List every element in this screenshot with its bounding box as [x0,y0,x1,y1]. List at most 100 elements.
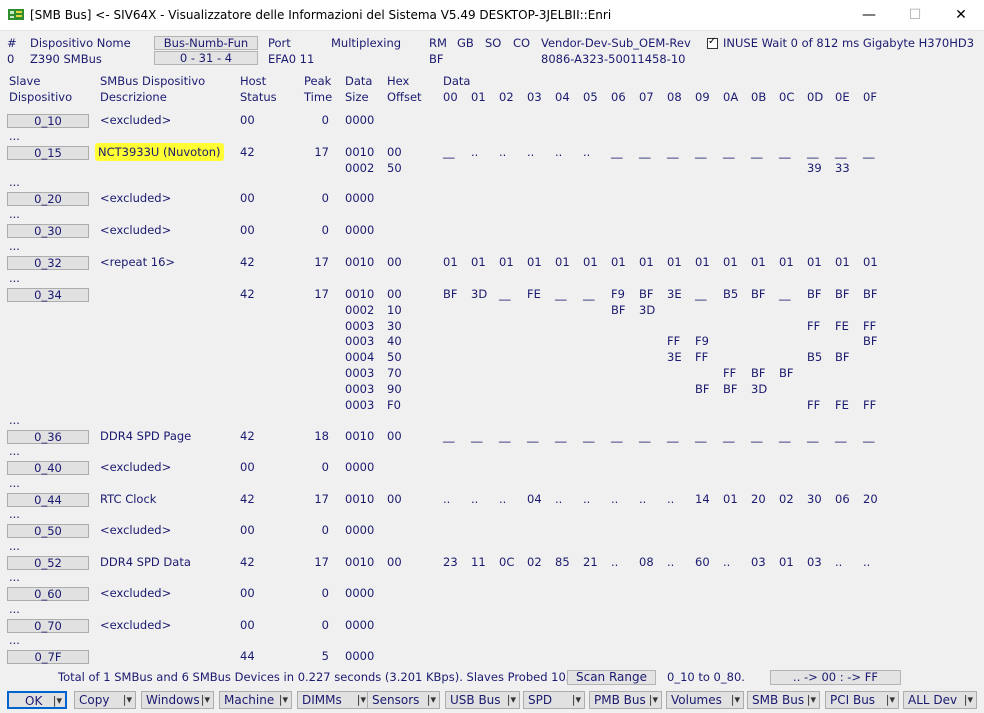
dropdown-arrow-icon[interactable]: |▾ [964,692,973,708]
slave-button[interactable]: 0_40 [7,461,89,475]
slave-button[interactable]: 0_15 [7,146,89,160]
slave-button[interactable]: 0_50 [7,524,89,538]
smb-bus-button[interactable]: SMB Bus |▾ [747,691,820,709]
byte-cell: BF [835,287,850,301]
dropdown-arrow-icon[interactable]: |▾ [427,692,436,708]
header-data: Data [345,74,373,88]
sensors-button[interactable]: Sensors |▾ [367,691,440,709]
multiplexing-label: Multiplexing [331,36,402,50]
volumes-label: Volumes [671,693,722,707]
header-col: 00 [443,90,458,104]
host-status: 42 [240,555,255,569]
port-label: Port [268,36,291,50]
data-size: 0004 [345,350,375,365]
slave-button[interactable]: 0_30 [7,224,89,238]
byte-cell: 01 [779,555,794,569]
data-size: 0003 [345,381,375,396]
slave-button[interactable]: 0_20 [7,192,89,206]
byte-cell: 01 [527,255,542,269]
bus-numb-fun-value: 0 - 31 - 4 [154,51,258,65]
title-bar: [SMB Bus] <- SIV64X - Visualizzatore del… [0,0,984,31]
slave-button[interactable]: 0_32 [7,256,89,270]
byte-cell: __ [639,429,651,443]
machine-button[interactable]: Machine |▾ [219,691,292,709]
slave-button[interactable]: 0_44 [7,493,89,507]
slave-button[interactable]: 0_52 [7,556,89,570]
machine-label: Machine [224,693,275,707]
header-col: 04 [555,90,570,104]
row-ellipsis: ... [9,129,20,143]
maximize-button[interactable]: ☐ [892,0,938,30]
dropdown-arrow-icon[interactable]: |▾ [507,692,516,708]
slave-button[interactable]: 0_7F [7,650,89,664]
byte-cell: FE [835,397,849,412]
slave-button[interactable]: 0_10 [7,114,89,128]
byte-cell: __ [779,287,791,301]
dropdown-arrow-icon[interactable]: |▾ [807,692,816,708]
dimms-button[interactable]: DIMMs |▾ [297,691,370,709]
scan-range-button[interactable]: Scan Range [567,670,656,685]
hex-offset: 00 [387,555,402,569]
byte-cell: BF [639,287,654,301]
hex-offset: 00 [387,145,402,159]
byte-cell: .. [555,492,563,506]
byte-cell: B5 [807,350,823,365]
data-size: 0010 [345,255,375,269]
byte-cell: .. [639,492,647,506]
volumes-button[interactable]: Volumes |▾ [666,691,744,709]
minimize-button[interactable]: — [846,0,892,30]
row-ellipsis: ... [9,507,20,521]
peak-time: 17 [314,287,329,301]
slave-button[interactable]: 0_34 [7,288,89,302]
header-col: 0D [807,90,824,104]
all-dev-button[interactable]: ALL Dev |▾ [903,691,977,709]
row-ellipsis: ... [9,239,20,253]
inuse-checkbox[interactable] [707,36,718,49]
data-size: 0002 [345,160,375,175]
hex-offset: 00 [387,429,402,443]
bus-numb-fun-button[interactable]: Bus-Numb-Fun [154,36,258,50]
dropdown-arrow-icon[interactable]: |▾ [731,692,740,708]
ok-button[interactable]: OK |▾ [7,691,67,709]
byte-range-button[interactable]: .. -> 00 : -> FF [770,670,901,685]
byte-cell: __ [695,429,707,443]
pci-bus-button[interactable]: PCI Bus |▾ [825,691,899,709]
byte-cell: 01 [863,255,878,269]
peak-time: 17 [314,145,329,159]
dropdown-arrow-icon[interactable]: |▾ [53,693,62,707]
dropdown-arrow-icon[interactable]: |▾ [572,692,581,708]
port-value: EFA0 11 [268,52,315,66]
slave-button[interactable]: 0_60 [7,587,89,601]
slave-button[interactable]: 0_36 [7,430,89,444]
device-description: <excluded> [100,618,172,632]
usb-bus-label: USB Bus [450,693,501,707]
byte-cell: BF [807,287,822,301]
dropdown-arrow-icon[interactable]: |▾ [201,692,210,708]
spd-button[interactable]: SPD |▾ [523,691,585,709]
header-col: 0A [723,90,739,104]
slave-button[interactable]: 0_70 [7,619,89,633]
dropdown-arrow-icon[interactable]: |▾ [649,692,658,708]
byte-cell: __ [751,429,763,443]
data-size: 0000 [345,223,375,237]
dropdown-arrow-icon[interactable]: |▾ [886,692,895,708]
byte-cell: BF [863,287,878,301]
dropdown-arrow-icon[interactable]: |▾ [123,692,132,708]
data-size: 0000 [345,618,375,632]
copy-button[interactable]: Copy |▾ [74,691,136,709]
byte-cell: BF [751,366,766,380]
pmb-bus-button[interactable]: PMB Bus |▾ [589,691,662,709]
dropdown-arrow-icon[interactable]: |▾ [279,692,288,708]
host-status: 00 [240,113,255,127]
row-ellipsis: ... [9,633,20,647]
byte-cell: __ [443,145,455,159]
row-ellipsis: ... [9,570,20,584]
peak-time: 17 [314,492,329,506]
dropdown-arrow-icon[interactable]: |▾ [357,692,366,708]
byte-cell: __ [611,429,623,443]
byte-cell: 01 [751,255,766,269]
windows-button[interactable]: Windows |▾ [141,691,214,709]
byte-cell: 04 [527,492,542,506]
close-button[interactable]: ✕ [938,0,984,30]
usb-bus-button[interactable]: USB Bus |▾ [445,691,520,709]
